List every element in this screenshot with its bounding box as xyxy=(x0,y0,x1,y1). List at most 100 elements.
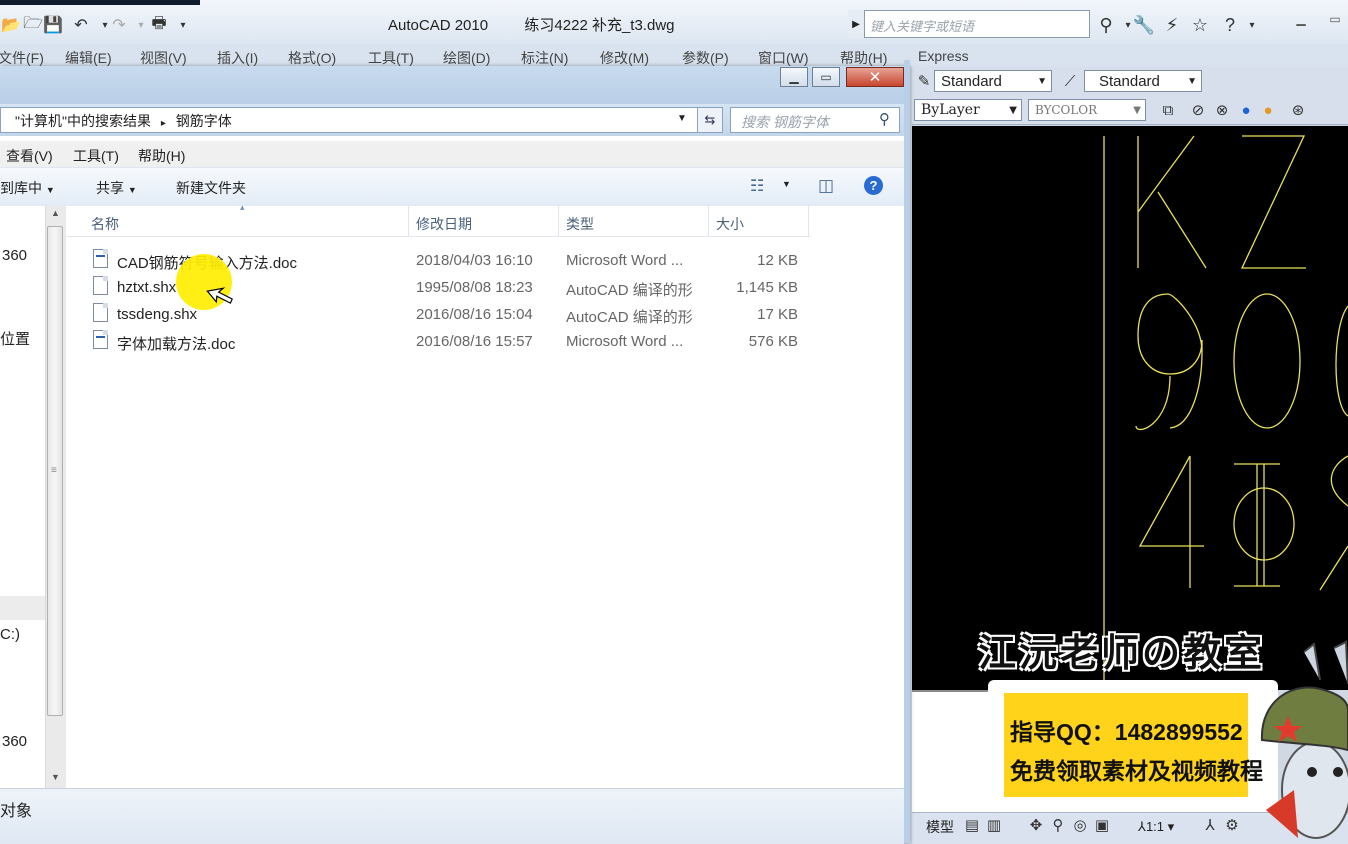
blue-sphere-icon[interactable]: ● xyxy=(1236,100,1256,120)
column-divider[interactable] xyxy=(408,206,409,236)
help-dropdown-icon[interactable]: ▾ xyxy=(1240,12,1264,38)
preview-pane-icon[interactable]: ◫ xyxy=(818,176,834,196)
breadcrumb: "计算机"中的搜索结果 ▸ 钢筋字体 xyxy=(15,111,232,131)
layout-icon[interactable]: ▤ xyxy=(962,815,982,835)
shx-file-icon xyxy=(93,303,108,322)
close-icon[interactable]: ✕ xyxy=(846,67,904,87)
share-button[interactable]: 共享 ▼ xyxy=(96,178,137,198)
menu-help[interactable]: 帮助(H) xyxy=(840,48,887,68)
include-in-library-button[interactable]: 到库中 ▼ xyxy=(0,178,55,198)
match-properties-icon[interactable]: ⧉ xyxy=(1158,100,1178,120)
explorer-search-input[interactable]: 搜索 钢筋字体 ⚲ xyxy=(730,107,900,133)
include-in-library-label: 到库中 xyxy=(0,180,42,196)
nav-item-360-2[interactable]: 360 xyxy=(2,733,27,750)
layout2-icon[interactable]: ▥ xyxy=(984,815,1004,835)
acad-minimize-icon[interactable]: ▁ xyxy=(1288,10,1314,28)
view-dropdown-icon[interactable]: ▼ xyxy=(782,179,791,189)
open-icon[interactable]: 📂 xyxy=(0,13,22,37)
column-divider[interactable] xyxy=(708,206,709,236)
explorer-window-border[interactable] xyxy=(904,60,910,843)
render-icon[interactable]: ⊛ xyxy=(1288,100,1308,120)
menu-file[interactable]: 文件(F) xyxy=(0,48,44,68)
drawing-canvas[interactable] xyxy=(912,126,1348,690)
zoom-icon[interactable]: ⚲ xyxy=(1048,815,1068,835)
menu-parameters[interactable]: 参数(P) xyxy=(682,48,729,68)
explorer-help-icon[interactable]: ? xyxy=(864,176,883,195)
text-style-select[interactable]: Standard ▼ xyxy=(934,70,1052,92)
file-row[interactable]: 字体加载方法.doc 2016/08/16 15:57 Microsoft Wo… xyxy=(88,328,808,354)
breadcrumb-separator-icon[interactable]: ▸ xyxy=(161,118,166,129)
redo-icon[interactable]: ↷ xyxy=(108,13,130,37)
explorer-menu-bar: 查看(V) 工具(T) 帮助(H) xyxy=(0,141,908,168)
nav-item-360-1[interactable]: 360 xyxy=(2,247,27,264)
column-type[interactable]: 类型 xyxy=(566,214,594,234)
file-type: AutoCAD 编译的形 xyxy=(566,309,693,326)
save-icon[interactable]: 💾 xyxy=(42,13,64,37)
dim-style-select[interactable]: Standard ▼ xyxy=(1084,70,1202,92)
view-options-icon[interactable]: ☷ xyxy=(750,176,764,196)
model-tab[interactable]: 模型 xyxy=(926,817,954,837)
binoculars-icon[interactable]: ⚲ xyxy=(1094,12,1118,38)
search-expand-icon[interactable]: ▶ xyxy=(848,10,865,38)
menu-view[interactable]: 视图(V) xyxy=(140,48,187,68)
steering-wheel-icon[interactable]: ◎ xyxy=(1070,815,1090,835)
menu-help-explorer[interactable]: 帮助(H) xyxy=(138,146,185,166)
menu-dimension[interactable]: 标注(N) xyxy=(521,48,568,68)
new-folder-button[interactable]: 新建文件夹 xyxy=(176,178,246,198)
search-icon[interactable]: ⚲ xyxy=(879,110,890,128)
scroll-up-icon[interactable]: ▲ xyxy=(51,208,60,218)
cad-drawing xyxy=(1103,135,1348,690)
text-style-icon[interactable]: ✎ xyxy=(914,71,934,91)
command-line[interactable] xyxy=(912,690,992,814)
breadcrumb-current[interactable]: 钢筋字体 xyxy=(176,113,232,129)
menu-draw[interactable]: 绘图(D) xyxy=(443,48,490,68)
help-icon[interactable]: ? xyxy=(1218,12,1242,38)
column-divider[interactable] xyxy=(808,206,809,236)
pan-icon[interactable]: ✥ xyxy=(1026,815,1046,835)
annotation-scale[interactable]: ⅄1:1 ▾ xyxy=(1138,819,1174,835)
linetype-select[interactable]: ByLayer ▼ xyxy=(914,99,1022,121)
menu-format[interactable]: 格式(O) xyxy=(288,48,336,68)
sort-ascending-icon: ▴ xyxy=(240,202,245,212)
print-icon[interactable]: 🖶 xyxy=(148,13,170,37)
nav-selected-row[interactable] xyxy=(0,596,45,620)
showmotion-icon[interactable]: ▣ xyxy=(1092,815,1112,835)
menu-window[interactable]: 窗口(W) xyxy=(758,48,809,68)
address-dropdown-icon[interactable]: ▼ xyxy=(677,113,687,124)
favorites-star-icon[interactable]: ☆ xyxy=(1188,12,1212,38)
plotstyle-select[interactable]: BYCOLOR ▼ xyxy=(1028,99,1146,121)
quick-access-dropdown-icon[interactable]: ▾ xyxy=(172,13,194,37)
breadcrumb-search-root[interactable]: "计算机"中的搜索结果 xyxy=(15,113,151,129)
scroll-down-icon[interactable]: ▼ xyxy=(51,772,60,782)
no-entry-icon[interactable]: ⊘ xyxy=(1188,100,1208,120)
maximize-icon[interactable]: ▭ xyxy=(812,67,840,87)
menu-express[interactable]: Express xyxy=(918,48,969,64)
file-size: 12 KB xyxy=(757,252,798,269)
refresh-icon[interactable]: ⇆ xyxy=(697,107,723,133)
acad-maximize-icon[interactable]: ▭ xyxy=(1322,10,1348,28)
color-sphere-icon[interactable]: ● xyxy=(1258,100,1278,120)
menu-tools[interactable]: 工具(T) xyxy=(368,48,414,68)
menu-insert[interactable]: 插入(I) xyxy=(217,48,258,68)
column-date[interactable]: 修改日期 xyxy=(416,214,472,234)
menu-tools-explorer[interactable]: 工具(T) xyxy=(73,146,119,166)
nav-scroll-thumb[interactable]: ≡ xyxy=(47,226,63,716)
minimize-icon[interactable]: ▁ xyxy=(780,67,808,87)
folder-icon[interactable]: 🗁 xyxy=(22,13,44,37)
annotation-visibility-icon[interactable]: ⅄ xyxy=(1200,815,1220,835)
column-divider[interactable] xyxy=(558,206,559,236)
column-size[interactable]: 大小 xyxy=(716,214,744,234)
subscription-icon[interactable]: ⚡ xyxy=(1160,12,1184,38)
dim-style-icon[interactable]: ⟋ xyxy=(1060,71,1080,91)
menu-modify[interactable]: 修改(M) xyxy=(600,48,649,68)
wrench-icon[interactable]: 🔧 xyxy=(1132,12,1156,38)
workspace-icon[interactable]: ⚙ xyxy=(1222,815,1242,835)
no-entry-alt-icon[interactable]: ⊗ xyxy=(1212,100,1232,120)
nav-item-drive-c[interactable]: C:) xyxy=(0,626,20,643)
menu-view-explorer[interactable]: 查看(V) xyxy=(6,146,53,166)
column-name[interactable]: 名称 xyxy=(91,214,119,234)
undo-icon[interactable]: ↶ xyxy=(70,13,92,37)
nav-item-location[interactable]: 位置 xyxy=(0,328,30,349)
address-bar[interactable]: "计算机"中的搜索结果 ▸ 钢筋字体 ▼ xyxy=(0,107,700,133)
menu-edit[interactable]: 编辑(E) xyxy=(65,48,112,68)
